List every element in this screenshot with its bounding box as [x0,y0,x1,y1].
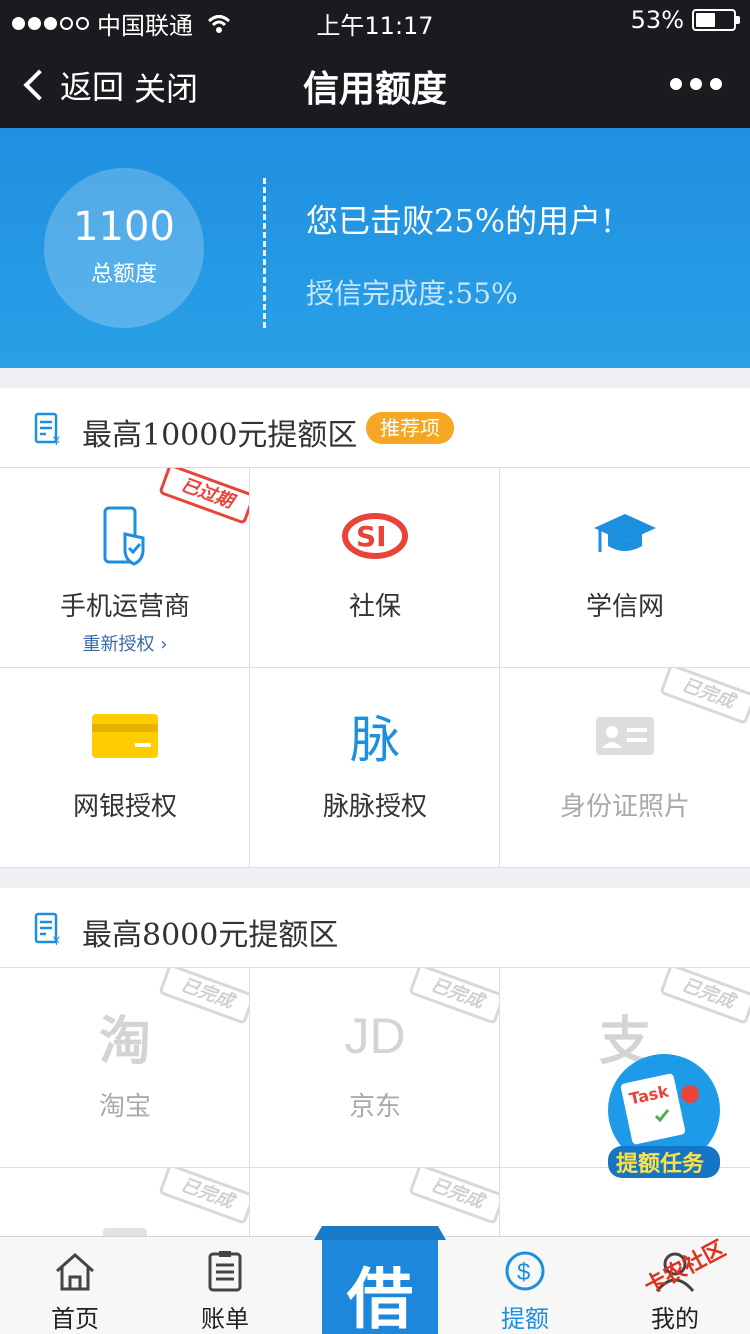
tab-borrow[interactable]: 借 [314,1226,446,1334]
section-header: ¥ 最高10000元提额区 推荐项 [0,388,750,468]
battery-icon [692,9,740,31]
item-name: 淘宝 [98,1092,151,1122]
svg-text:¥: ¥ [52,934,60,946]
tab-label: 首页 [51,1305,99,1333]
recommend-badge: 推荐项 [366,412,454,444]
tab-label: 我的 [651,1305,699,1333]
svg-text:SI: SI [356,520,387,553]
item-taobao[interactable]: 已完成 淘 淘宝 [0,968,250,1168]
back-label: 返回 [60,68,125,106]
item-name: 脉脉授权 [322,792,427,822]
social-security-icon: SI [342,513,408,559]
tab-bill[interactable]: 账单 [150,1237,300,1334]
taobao-icon: 淘 [98,1011,151,1072]
divider [263,178,266,328]
document-yen-icon: ¥ [34,912,60,946]
graduation-cap-icon [594,514,656,552]
document-yen-icon: ¥ [34,412,60,446]
item-id-card[interactable]: 已完成 身份证照片 [500,668,750,868]
item-online-bank[interactable]: 网银授权 [0,668,250,868]
item-name: 身份证照片 [559,792,690,822]
battery-percent: 53% [630,6,684,34]
close-button[interactable]: 关闭 [134,64,198,110]
more-icon[interactable] [670,78,722,90]
credit-amount-circle: 1100 总额度 [44,168,204,328]
id-card-icon [596,717,654,755]
task-icon: Task 提额任务 [608,1054,720,1178]
item-name: 手机运营商 [59,592,190,622]
section-title: 最高8000元提额区 [82,918,339,953]
nav-bar: 返回 关闭 信用额度 [0,40,750,128]
item-name: 网银授权 [72,792,177,822]
credit-banner: 1100 总额度 您已击败25%的用户! 授信完成度:55% [0,128,750,368]
section-10000: ¥ 最高10000元提额区 推荐项 已过期 手机运营商 重新授权 › SI 社保… [0,388,750,868]
tab-raise-limit[interactable]: $ 提额 [450,1237,600,1334]
section-title: 最高10000元提额区 [82,418,358,453]
home-icon [56,1252,94,1291]
bank-card-icon [92,714,158,758]
item-mobile-carrier[interactable]: 已过期 手机运营商 重新授权 › [0,468,250,668]
status-bar: 中国联通 上午11:17 53% [0,0,750,40]
item-name: 学信网 [585,592,664,622]
tab-home[interactable]: 首页 [0,1237,150,1334]
item-jd[interactable]: 已完成 JD 京东 [250,968,500,1168]
credit-amount: 1100 [73,204,175,250]
dollar-circle-icon: $ [505,1251,545,1291]
maimai-icon: 脉 [350,711,400,769]
item-maimai[interactable]: 脉 脉脉授权 [250,668,500,868]
phone-shield-icon [103,506,145,566]
section-header: ¥ 最高8000元提额区 [0,888,750,968]
borrow-label: 借 [347,1261,413,1334]
tab-label: 账单 [201,1305,249,1333]
beat-text: 您已击败25%的用户! [306,202,614,240]
jd-icon: JD [344,1008,406,1064]
item-name: 京东 [348,1092,401,1122]
reauthorize-link[interactable]: 重新授权 › [0,630,249,656]
item-chsi[interactable]: 学信网 [500,468,750,668]
tab-label: 提额 [501,1305,549,1333]
svg-text:¥: ¥ [52,434,60,446]
chevron-left-icon [23,69,55,101]
completion-text: 授信完成度:55% [306,277,518,310]
task-label: 提额任务 [616,1151,705,1177]
credit-amount-label: 总额度 [90,262,157,287]
svg-text:$: $ [517,1259,530,1286]
back-button[interactable]: 返回 [20,62,124,108]
item-name: 社保 [348,592,401,622]
task-float-button[interactable]: Task 提额任务 [598,1048,728,1184]
item-social-security[interactable]: SI 社保 [250,468,500,668]
bill-icon [208,1251,242,1292]
